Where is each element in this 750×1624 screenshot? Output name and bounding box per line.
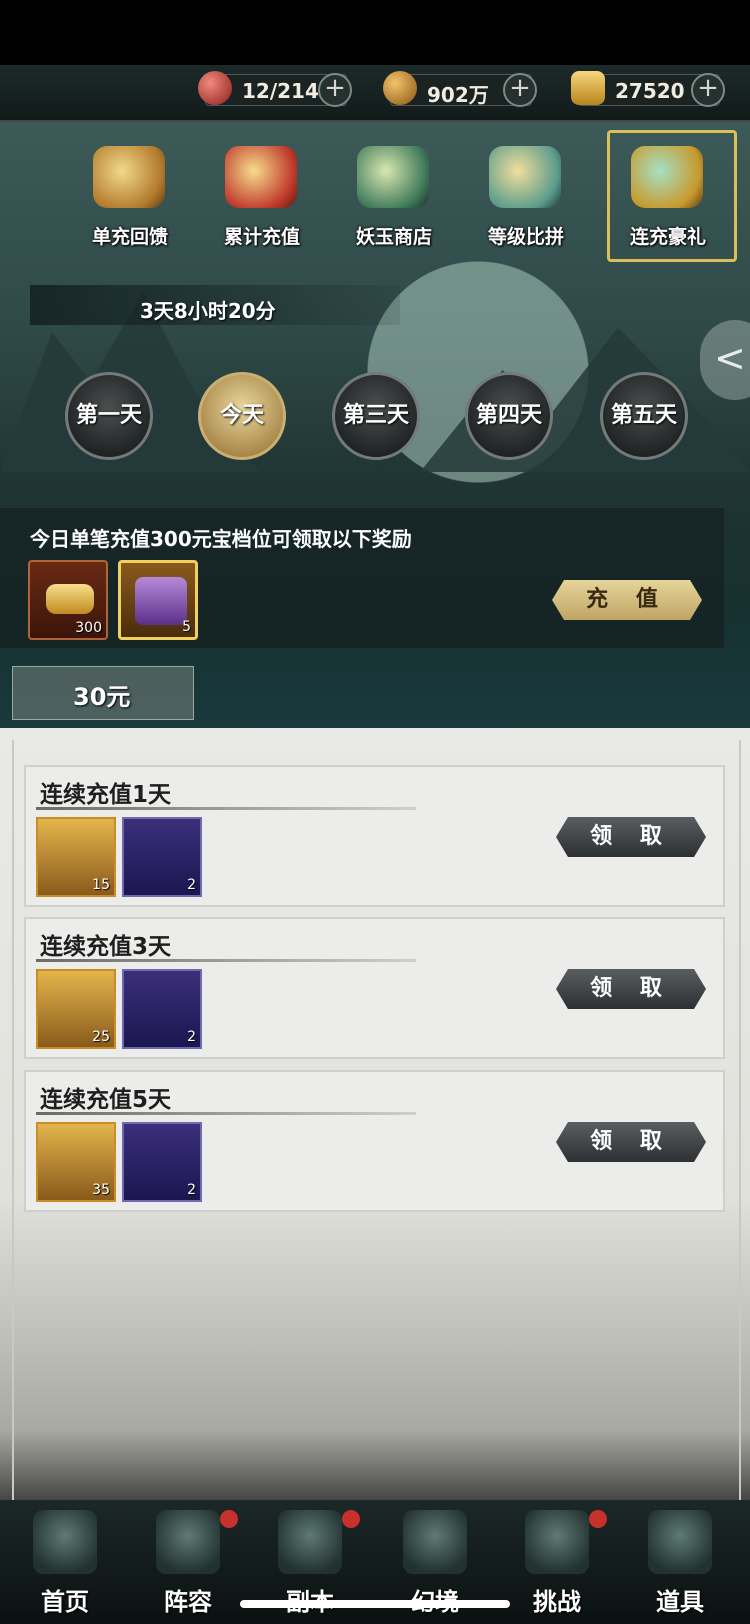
gold-ingot-icon	[571, 71, 605, 105]
nav-label: 挑战	[533, 1588, 581, 1616]
day-button-1[interactable]: 第一天	[65, 372, 153, 460]
tab-cumulative-recharge[interactable]: 累计充值	[207, 142, 317, 252]
treasure-icon	[225, 146, 297, 208]
item-count: 25	[92, 1029, 110, 1045]
gold-ingot-icon	[46, 584, 94, 614]
resource-bar: 12/214 + 902万 + 27520 +	[0, 65, 750, 122]
card-title: 连续充值5天	[40, 1087, 172, 1113]
add-ingots-button[interactable]: +	[691, 73, 725, 107]
item-count: 35	[92, 1182, 110, 1198]
streak-card-5: 连续充值5天 35 2 领 取	[24, 1070, 725, 1212]
claim-button[interactable]: 领 取	[556, 969, 706, 1009]
jade-shop-icon	[357, 146, 429, 208]
resource-value: 27520	[615, 79, 685, 103]
title-underline	[36, 1112, 416, 1115]
claim-button[interactable]: 领 取	[556, 1122, 706, 1162]
streak-card-1: 连续充值1天 15 2 领 取	[24, 765, 725, 907]
resource-value: 12/214	[242, 79, 319, 103]
treasure-chest-item[interactable]: 25	[36, 969, 116, 1049]
golden-dragon-item[interactable]: 2	[122, 969, 202, 1049]
day-button-5[interactable]: 第五天	[600, 372, 688, 460]
red-orb-icon	[198, 71, 232, 105]
golden-dragon-item[interactable]: 2	[122, 817, 202, 897]
nav-challenge[interactable]: 挑战	[497, 1500, 617, 1624]
item-count: 2	[187, 1029, 196, 1045]
nav-label: 首页	[41, 1588, 89, 1616]
day-button-4[interactable]: 第四天	[465, 372, 553, 460]
challenge-icon	[525, 1510, 589, 1574]
day-button-today[interactable]: 今天	[198, 372, 286, 460]
mountain-scenery	[420, 327, 750, 472]
tab-single-recharge[interactable]: 单充回馈	[75, 142, 185, 252]
notification-badge	[220, 1510, 238, 1528]
reward-item-gold-ingot[interactable]: 300	[28, 560, 108, 640]
item-count: 5	[182, 619, 191, 635]
item-count: 15	[92, 877, 110, 893]
items-icon	[648, 1510, 712, 1574]
day-button-3[interactable]: 第三天	[332, 372, 420, 460]
home-icon	[33, 1510, 97, 1574]
tab-label: 累计充值	[223, 226, 300, 248]
countdown-timer: 3天8小时20分	[140, 299, 276, 323]
golden-dragon-item[interactable]: 2	[122, 1122, 202, 1202]
tab-label: 单充回馈	[91, 226, 168, 248]
resource-orbs: 12/214 +	[198, 71, 352, 107]
tab-label: 等级比拼	[487, 226, 564, 248]
card-title: 连续充值3天	[40, 934, 172, 960]
item-count: 2	[187, 877, 196, 893]
resource-coins: 902万 +	[383, 71, 537, 107]
streak-card-3: 连续充值3天 25 2 领 取	[24, 917, 725, 1059]
notification-badge	[589, 1510, 607, 1528]
resource-ingots: 27520 +	[571, 71, 725, 107]
reward-item-treasure-chest[interactable]: 5	[118, 560, 198, 640]
nav-home[interactable]: 首页	[5, 1500, 125, 1624]
illusion-icon	[403, 1510, 467, 1574]
card-title: 连续充值1天	[40, 782, 172, 808]
item-count: 300	[75, 620, 102, 636]
nav-label: 道具	[656, 1588, 704, 1616]
nav-items[interactable]: 道具	[620, 1500, 740, 1624]
lineup-icon	[156, 1510, 220, 1574]
tab-label: 妖玉商店	[355, 226, 432, 248]
add-coins-button[interactable]: +	[503, 73, 537, 107]
price-label: 30元	[73, 683, 131, 711]
claim-button[interactable]: 领 取	[556, 817, 706, 857]
treasure-chest-icon	[135, 577, 187, 625]
treasure-chest-item[interactable]: 15	[36, 817, 116, 897]
recharge-button[interactable]: 充 值	[552, 580, 702, 620]
level-contest-icon	[489, 146, 561, 208]
coin-pile-icon	[93, 146, 165, 208]
tab-level-contest[interactable]: 等级比拼	[471, 142, 581, 252]
nav-label: 阵容	[164, 1588, 212, 1616]
selected-tab-frame	[607, 130, 737, 262]
notification-badge	[342, 1510, 360, 1528]
treasure-chest-item[interactable]: 35	[36, 1122, 116, 1202]
copper-coin-icon	[383, 71, 417, 105]
nav-lineup[interactable]: 阵容	[128, 1500, 248, 1624]
title-underline	[36, 807, 416, 810]
title-underline	[36, 959, 416, 962]
status-bar	[0, 0, 750, 65]
add-orbs-button[interactable]: +	[318, 73, 352, 107]
reward-description: 今日单笔充值300元宝档位可领取以下奖励	[30, 527, 412, 551]
tab-jade-shop[interactable]: 妖玉商店	[339, 142, 449, 252]
item-count: 2	[187, 1182, 196, 1198]
home-indicator	[240, 1600, 510, 1608]
dungeon-icon	[278, 1510, 342, 1574]
resource-value: 902万	[427, 83, 489, 107]
